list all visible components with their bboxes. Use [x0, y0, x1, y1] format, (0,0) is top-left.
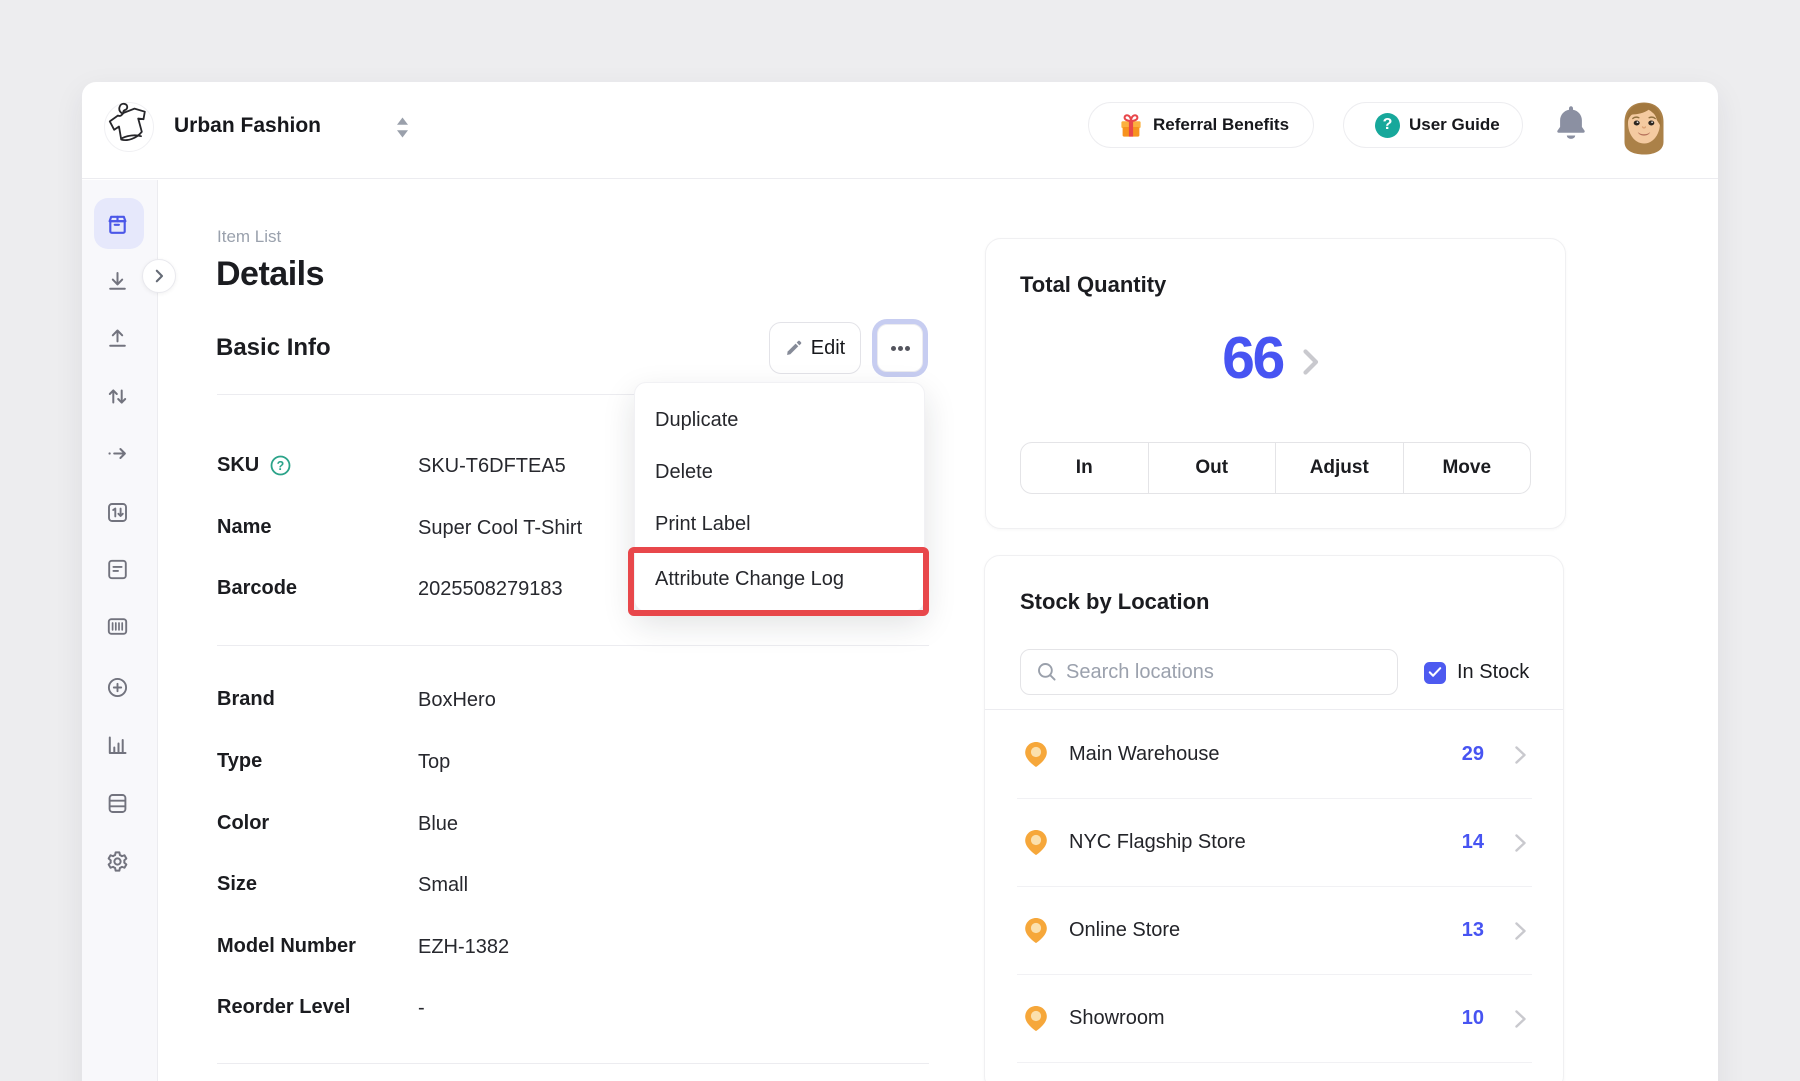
- svg-text:?: ?: [277, 459, 285, 473]
